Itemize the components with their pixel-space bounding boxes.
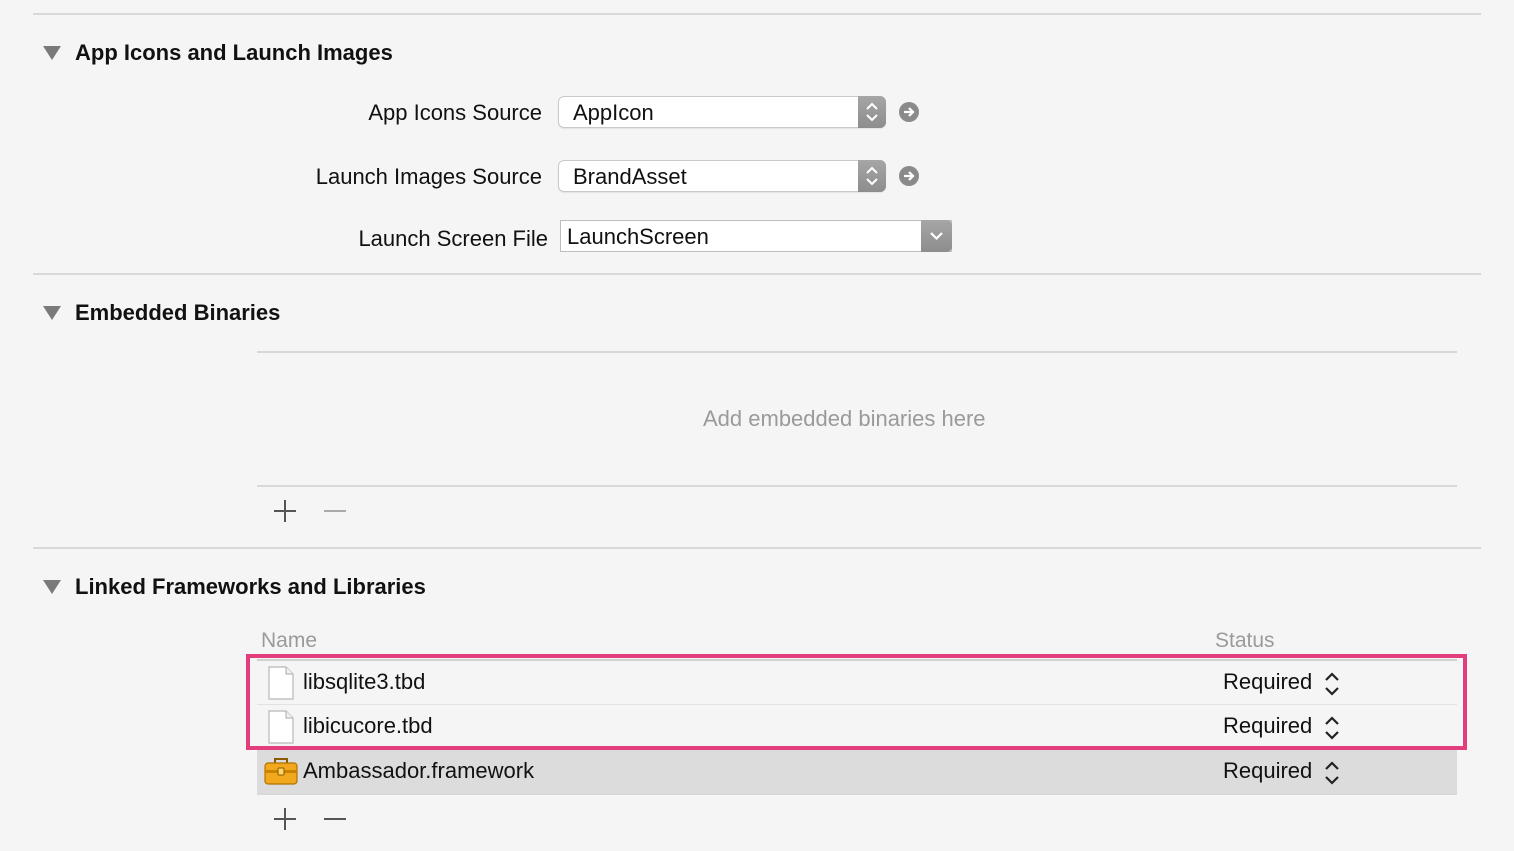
- disclosure-triangle-icon[interactable]: [43, 306, 61, 320]
- launch-screen-file-label: Launch Screen File: [358, 226, 548, 251]
- chevron-down-icon[interactable]: [921, 220, 952, 252]
- section-title-embedded-binaries: Embedded Binaries: [75, 300, 281, 325]
- remove-icon[interactable]: [322, 498, 348, 524]
- launch-screen-file-value: LaunchScreen: [567, 224, 709, 249]
- table-bottom-border: [257, 485, 1457, 487]
- table-row-selected[interactable]: Ambassador.framework Required: [257, 750, 1457, 794]
- add-icon[interactable]: [272, 806, 298, 832]
- launch-images-source-value: BrandAsset: [573, 164, 687, 189]
- arrow-right-circle-icon[interactable]: [898, 101, 920, 123]
- column-header-name[interactable]: Name: [261, 629, 317, 653]
- toolbox-icon: [264, 758, 298, 785]
- file-name: Ambassador.framework: [303, 758, 535, 783]
- up-down-chevron-icon: [858, 96, 886, 128]
- table-top-border: [257, 351, 1457, 353]
- top-separator: [33, 13, 1481, 15]
- remove-icon[interactable]: [322, 806, 348, 832]
- status-value[interactable]: Required: [1223, 758, 1312, 784]
- arrow-right-circle-icon[interactable]: [898, 165, 920, 187]
- column-header-status[interactable]: Status: [1215, 629, 1275, 653]
- add-icon[interactable]: [272, 498, 298, 524]
- highlight-annotation-box: [246, 654, 1467, 750]
- disclosure-triangle-icon[interactable]: [43, 46, 61, 60]
- up-down-chevron-icon: [858, 160, 886, 192]
- section-separator: [33, 547, 1481, 549]
- section-separator: [33, 273, 1481, 275]
- section-title-app-icons: App Icons and Launch Images: [75, 40, 393, 65]
- disclosure-triangle-icon[interactable]: [43, 580, 61, 594]
- launch-images-source-popup[interactable]: BrandAsset: [558, 160, 886, 192]
- section-title-linked-frameworks: Linked Frameworks and Libraries: [75, 574, 426, 599]
- app-icons-source-value: AppIcon: [573, 100, 654, 125]
- launch-images-source-label: Launch Images Source: [315, 164, 542, 189]
- app-icons-source-label: App Icons Source: [368, 100, 542, 125]
- table-bottom-border: [257, 793, 1457, 795]
- app-icons-source-popup[interactable]: AppIcon: [558, 96, 886, 128]
- launch-screen-file-combobox[interactable]: LaunchScreen: [560, 220, 952, 252]
- up-down-chevron-icon[interactable]: [1323, 760, 1341, 786]
- embedded-binaries-placeholder: Add embedded binaries here: [703, 406, 986, 431]
